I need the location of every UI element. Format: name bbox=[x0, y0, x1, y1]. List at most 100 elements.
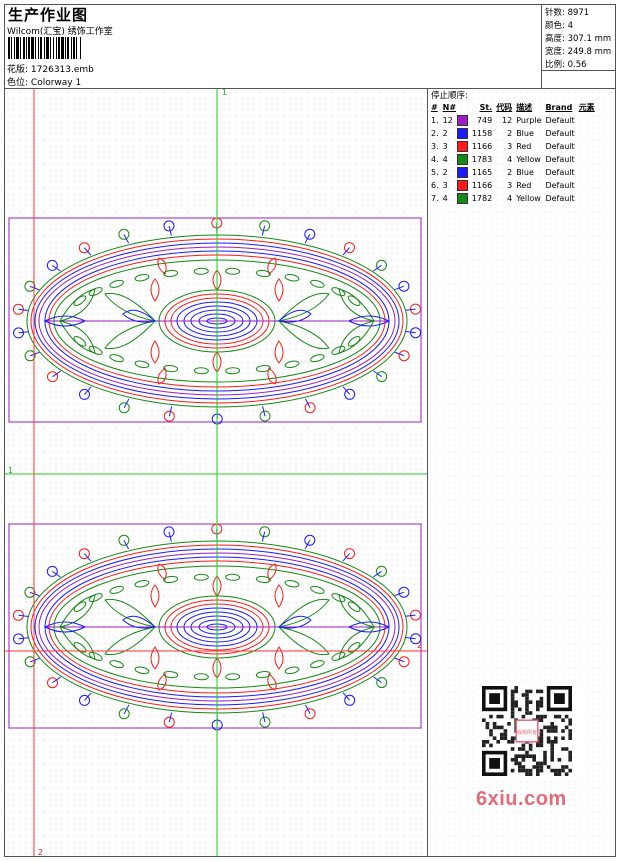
stop-sequence-table: # N# St. 代码 描述 Brand 元素 1. 12 749 12 Purple D… bbox=[430, 101, 598, 205]
stop-swatch bbox=[456, 166, 471, 179]
stop-swatch bbox=[456, 114, 471, 127]
colorway-label: 色位: bbox=[7, 78, 29, 88]
stop-needle: 4 bbox=[442, 155, 448, 164]
stop-row: 7. 4 1782 4 Yellow Default bbox=[430, 192, 598, 205]
qr-code-image: 版权所有 bbox=[482, 686, 572, 776]
col-header: 元素 bbox=[578, 103, 595, 112]
stop-brand: Default bbox=[545, 142, 575, 151]
design-file-label: 花版: bbox=[7, 65, 29, 75]
stop-element bbox=[578, 153, 598, 166]
design-width-label: 宽度: bbox=[545, 47, 565, 57]
design-scale-label: 比例: bbox=[545, 60, 565, 70]
color-swatch bbox=[456, 180, 468, 191]
stop-code: 2 bbox=[507, 129, 513, 138]
colorway-name: Colorway 1 bbox=[30, 78, 82, 88]
stop-swatch bbox=[456, 127, 471, 140]
color-swatch bbox=[456, 193, 468, 204]
stop-desc: Yellow bbox=[516, 194, 541, 203]
stop-code: 4 bbox=[507, 194, 513, 203]
color-swatch bbox=[456, 115, 468, 126]
col-header: # bbox=[431, 103, 438, 112]
page-title: 生产作业图 bbox=[8, 6, 89, 24]
design-height-label: 高度: bbox=[545, 34, 565, 44]
color-swatch bbox=[456, 167, 468, 178]
col-header: St. bbox=[479, 103, 493, 112]
stop-code: 2 bbox=[507, 168, 513, 177]
stop-element bbox=[578, 114, 598, 127]
stop-element bbox=[578, 140, 598, 153]
stop-index: 1. bbox=[431, 116, 439, 125]
stop-desc: Purple bbox=[516, 116, 542, 125]
color-count-value: 4 bbox=[567, 21, 573, 31]
stop-needle: 3 bbox=[442, 142, 448, 151]
stop-needle: 2 bbox=[442, 129, 448, 138]
col-header: Brand bbox=[545, 103, 573, 112]
stop-element bbox=[578, 166, 598, 179]
guide-horizontal-green-label: 1 bbox=[8, 466, 13, 475]
stop-desc: Red bbox=[516, 181, 532, 190]
stop-stitches: 1158 bbox=[471, 129, 493, 138]
design-scale-value: 0.56 bbox=[567, 60, 587, 70]
design-canvas: 1 1 2 2 bbox=[5, 89, 427, 856]
watermark-text: 6xiu.com bbox=[476, 788, 567, 810]
stop-brand: Default bbox=[545, 129, 575, 138]
stop-sequence-title: 停止顺序: bbox=[431, 91, 468, 101]
stop-code: 12 bbox=[502, 116, 513, 125]
stop-index: 3. bbox=[431, 142, 439, 151]
color-swatch bbox=[456, 141, 468, 152]
stop-needle: 4 bbox=[442, 194, 448, 203]
stitch-count-value: 8971 bbox=[567, 8, 590, 18]
stop-element bbox=[578, 179, 598, 192]
stop-desc: Red bbox=[516, 142, 532, 151]
stop-row: 1. 12 749 12 Purple Default bbox=[430, 114, 598, 127]
stop-needle: 2 bbox=[442, 168, 448, 177]
design-file-name: 1726313.emb bbox=[30, 65, 94, 75]
guide-vertical-green-label: 1 bbox=[222, 89, 227, 97]
design-height-value: 307.1 mm bbox=[567, 34, 612, 44]
col-header: N# bbox=[442, 103, 457, 112]
company-name: Wilcom(汇宝) 绣饰工作室 bbox=[7, 27, 113, 37]
stop-index: 2. bbox=[431, 129, 439, 138]
stop-element bbox=[578, 192, 598, 205]
stop-index: 6. bbox=[431, 181, 439, 190]
design-scale: 比例: 0.56 bbox=[545, 58, 587, 70]
stop-swatch bbox=[456, 140, 471, 153]
color-count-label: 颜色: bbox=[545, 21, 565, 31]
qr-stamp: 版权所有 bbox=[517, 729, 537, 736]
stop-brand: Default bbox=[545, 181, 575, 190]
embroidery-preview: 1 1 2 2 bbox=[5, 89, 427, 856]
color-swatch bbox=[456, 154, 468, 165]
stop-swatch bbox=[456, 153, 471, 166]
stop-row: 3. 3 1166 3 Red Default bbox=[430, 140, 598, 153]
stop-index: 5. bbox=[431, 168, 439, 177]
stop-brand: Default bbox=[545, 116, 575, 125]
stop-brand: Default bbox=[545, 168, 575, 177]
stop-code: 3 bbox=[507, 181, 513, 190]
stop-row: 5. 2 1165 2 Blue Default bbox=[430, 166, 598, 179]
stop-needle: 3 bbox=[442, 181, 448, 190]
stop-row: 4. 4 1783 4 Yellow Default bbox=[430, 153, 598, 166]
stop-table-header: # N# St. 代码 描述 Brand 元素 bbox=[430, 101, 598, 114]
design-width-value: 249.8 mm bbox=[567, 47, 612, 57]
stop-swatch bbox=[456, 192, 471, 205]
color-count: 颜色: 4 bbox=[545, 19, 573, 31]
stop-swatch bbox=[456, 179, 471, 192]
stats-box: 针数: 8971 颜色: 4 高度: 307.1 mm 宽度: 249.8 mm… bbox=[541, 4, 617, 88]
guide-horizontal-red-label: 2 bbox=[417, 641, 422, 650]
stop-code: 4 bbox=[507, 155, 513, 164]
stop-stitches: 1783 bbox=[471, 155, 493, 164]
barcode bbox=[8, 37, 138, 59]
qr-code: 版权所有 bbox=[474, 683, 582, 779]
stop-stitches: 1782 bbox=[471, 194, 493, 203]
stop-element bbox=[578, 127, 598, 140]
stop-row: 6. 3 1166 3 Red Default bbox=[430, 179, 598, 192]
stop-stitches: 1166 bbox=[471, 181, 493, 190]
stats-divider bbox=[541, 70, 616, 71]
stop-row: 2. 2 1158 2 Blue Default bbox=[430, 127, 598, 140]
stop-desc: Blue bbox=[516, 168, 534, 177]
col-header: 代码 bbox=[496, 103, 513, 112]
col-header: 描述 bbox=[516, 103, 533, 112]
stop-index: 7. bbox=[431, 194, 439, 203]
colorway-row: 色位: Colorway 1 bbox=[7, 75, 81, 88]
stop-stitches: 1165 bbox=[471, 168, 493, 177]
